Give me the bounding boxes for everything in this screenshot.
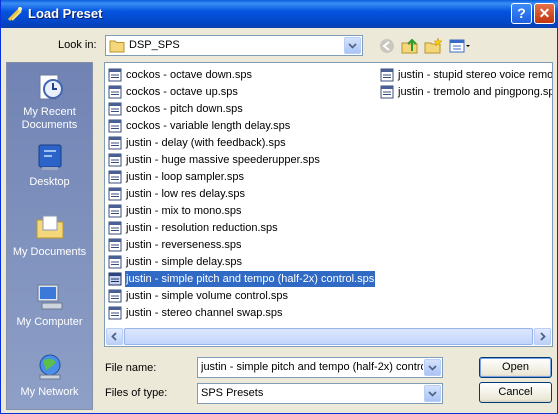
my-network-icon	[39, 354, 60, 380]
file-name: justin - delay (with feedback).sps	[126, 137, 286, 149]
file-name: cockos - octave down.sps	[126, 69, 252, 81]
sps-file-icon	[108, 187, 122, 201]
sps-file-icon	[108, 102, 122, 116]
view-menu-icon[interactable]	[448, 36, 472, 56]
file-name: justin - stereo channel swap.sps	[126, 307, 283, 319]
my-computer-icon	[37, 284, 62, 310]
file-list[interactable]: cockos - octave down.sps cockos - octave…	[104, 62, 553, 347]
chevron-right-icon	[540, 332, 546, 341]
sps-file-icon	[108, 85, 122, 99]
scroll-right-button[interactable]	[534, 328, 551, 345]
place-my-computer[interactable]: My Computer	[7, 281, 92, 329]
close-button[interactable]: ✕	[534, 3, 555, 24]
file-name: justin - simple pitch and tempo (half-2x…	[125, 271, 376, 287]
file-type-label: Files of type:	[105, 387, 168, 399]
file-type-dropdown-button[interactable]	[424, 385, 441, 402]
file-name-input[interactable]: justin - simple pitch and tempo (half-2x…	[201, 361, 423, 373]
chevron-down-icon	[348, 43, 357, 49]
sps-file-icon	[108, 170, 122, 184]
scroll-left-button[interactable]	[106, 328, 123, 345]
file-name: cockos - pitch down.sps	[126, 103, 243, 115]
file-name-dropdown-button[interactable]	[424, 359, 441, 376]
place-label: My Documents	[12, 246, 87, 258]
sps-file-icon	[380, 68, 394, 82]
recent-documents-icon	[39, 74, 63, 100]
file-name: justin - tremolo and pingpong.sp	[398, 86, 552, 98]
file-type-combo[interactable]: SPS Presets	[197, 383, 443, 404]
sps-file-icon	[108, 153, 122, 167]
file-name: cockos - octave up.sps	[126, 86, 238, 98]
look-in-label: Look in:	[58, 39, 97, 51]
place-label: My Computer	[16, 316, 83, 328]
file-name: justin - loop sampler.sps	[126, 171, 244, 183]
back-icon[interactable]	[377, 36, 397, 56]
wand-icon	[7, 7, 22, 22]
place-my-network[interactable]: My Network	[7, 351, 92, 399]
file-item[interactable]: justin - stupid stereo voice remo	[380, 67, 552, 83]
file-name-label: File name:	[105, 362, 157, 374]
my-documents-icon	[36, 215, 63, 239]
chevron-left-icon	[111, 332, 117, 341]
file-name: justin - huge massive speederupper.sps	[126, 154, 320, 166]
file-name: justin - simple volume control.sps	[126, 290, 289, 302]
file-name: justin - reverseness.sps	[126, 239, 242, 251]
look-in-value: DSP_SPS	[129, 39, 180, 51]
chevron-down-icon	[428, 391, 437, 397]
sps-file-icon	[108, 289, 122, 303]
up-folder-icon[interactable]	[400, 36, 420, 56]
sps-file-icon	[108, 221, 122, 235]
look-in-combo[interactable]: DSP_SPS	[105, 35, 363, 56]
file-name: justin - low res delay.sps	[126, 188, 246, 200]
file-name: justin - resolution reduction.sps	[126, 222, 278, 234]
open-button[interactable]: Open	[479, 357, 552, 378]
sps-file-icon	[108, 306, 122, 320]
title-bar: Load Preset ? ✕	[1, 0, 558, 28]
sps-file-icon	[380, 85, 394, 99]
place-label: My Recent Documents	[21, 106, 78, 131]
file-name: justin - mix to mono.sps	[126, 205, 242, 217]
horizontal-scrollbar[interactable]	[106, 328, 551, 345]
sps-file-icon	[108, 272, 122, 286]
load-preset-dialog: Load Preset ? ✕ Look in: DSP_SPS My Rece…	[0, 0, 558, 414]
desktop-icon	[38, 144, 61, 170]
file-item[interactable]: justin - tremolo and pingpong.sp	[380, 84, 552, 100]
place-label: Desktop	[29, 176, 70, 188]
help-button[interactable]: ?	[511, 3, 532, 24]
sps-file-icon	[108, 68, 122, 82]
scroll-thumb[interactable]	[124, 328, 533, 345]
sps-file-icon	[108, 204, 122, 218]
file-name: cockos - variable length delay.sps	[126, 120, 291, 132]
window-title: Load Preset	[28, 6, 103, 21]
places-bar: My Recent Documents Desktop My Documents	[6, 62, 93, 410]
sps-file-icon	[108, 119, 122, 133]
place-my-documents[interactable]: My Documents	[7, 211, 92, 259]
file-type-value: SPS Presets	[201, 387, 264, 399]
file-name: justin - stupid stereo voice remo	[398, 69, 552, 81]
sps-file-icon	[108, 255, 122, 269]
sps-file-icon	[108, 238, 122, 252]
place-label: My Network	[20, 386, 79, 398]
new-folder-icon[interactable]	[423, 36, 443, 56]
place-my-recent-documents[interactable]: My Recent Documents	[7, 71, 92, 132]
cancel-button[interactable]: Cancel	[479, 382, 552, 403]
folder-icon	[109, 40, 125, 53]
file-name-combo[interactable]: justin - simple pitch and tempo (half-2x…	[197, 357, 443, 378]
chevron-down-icon	[428, 365, 437, 371]
look-in-dropdown-button[interactable]	[344, 37, 361, 54]
sps-file-icon	[108, 136, 122, 150]
place-desktop[interactable]: Desktop	[7, 141, 92, 189]
file-name: justin - simple delay.sps	[126, 256, 242, 268]
